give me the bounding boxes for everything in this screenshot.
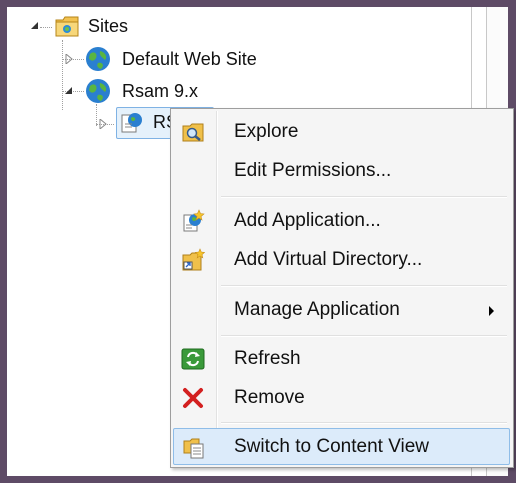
menu-item-refresh[interactable]: Refresh — [173, 341, 509, 377]
menu-separator — [221, 285, 507, 287]
content-view-icon — [183, 438, 204, 459]
globe-icon — [86, 47, 110, 71]
expanded-triangle-icon — [65, 87, 72, 94]
menu-item-manage-application[interactable]: Manage Application — [173, 292, 509, 328]
window-frame-left — [0, 0, 7, 483]
add-virtual-directory-icon — [182, 248, 205, 271]
tree-connector-line — [96, 104, 97, 126]
collapsed-triangle-icon — [65, 54, 73, 64]
menu-item-label: Remove — [234, 387, 305, 408]
globe-icon — [86, 79, 110, 103]
menu-item-label: Switch to Content View — [234, 436, 430, 457]
refresh-icon — [181, 348, 205, 370]
submenu-arrow-icon — [489, 306, 494, 316]
menu-item-switch-to-content-view[interactable]: Switch to Content View — [173, 428, 510, 465]
remove-icon — [183, 388, 203, 408]
sites-folder-icon — [55, 16, 79, 37]
menu-item-add-virtual-directory[interactable]: Add Virtual Directory... — [173, 242, 509, 278]
expand-default-site-toggle[interactable] — [64, 54, 74, 64]
tree-node-sites[interactable]: Sites — [54, 12, 128, 40]
tree-node-label: Default Web Site — [122, 48, 257, 69]
menu-separator — [221, 335, 507, 337]
explore-folder-icon — [182, 123, 204, 142]
context-menu: Explore Edit Permissions... Add Applicat… — [170, 108, 514, 468]
menu-separator — [221, 422, 507, 424]
window-frame-top — [0, 0, 516, 7]
add-application-icon — [183, 209, 205, 232]
collapsed-triangle-icon — [99, 119, 107, 129]
collapse-rsam-site-toggle[interactable] — [64, 86, 74, 96]
application-globe-icon — [121, 113, 142, 133]
tree-node-rsam-site[interactable]: Rsam 9.x — [84, 77, 198, 105]
menu-item-label: Explore — [234, 121, 299, 142]
menu-item-label: Refresh — [234, 348, 301, 369]
expand-rs-app-toggle[interactable] — [98, 119, 108, 129]
tree-node-default-web-site[interactable]: Default Web Site — [84, 45, 257, 73]
menu-item-edit-permissions[interactable]: Edit Permissions... — [173, 153, 509, 189]
tree-node-label: Sites — [88, 15, 129, 36]
tree-connector-line — [62, 40, 63, 110]
window-frame-bottom — [0, 476, 516, 483]
menu-item-label: Edit Permissions... — [234, 160, 392, 181]
menu-item-remove[interactable]: Remove — [173, 380, 509, 416]
menu-item-label: Add Virtual Directory... — [234, 249, 423, 270]
collapse-sites-toggle[interactable] — [30, 21, 40, 31]
tree-connector-line — [40, 27, 52, 28]
expanded-triangle-icon — [31, 22, 38, 29]
menu-separator — [221, 196, 507, 198]
tree-node-label: Rsam 9.x — [122, 80, 199, 101]
menu-item-add-application[interactable]: Add Application... — [173, 203, 509, 239]
menu-item-explore[interactable]: Explore — [173, 114, 509, 150]
menu-item-label: Manage Application — [234, 299, 400, 320]
menu-item-label: Add Application... — [234, 210, 381, 231]
